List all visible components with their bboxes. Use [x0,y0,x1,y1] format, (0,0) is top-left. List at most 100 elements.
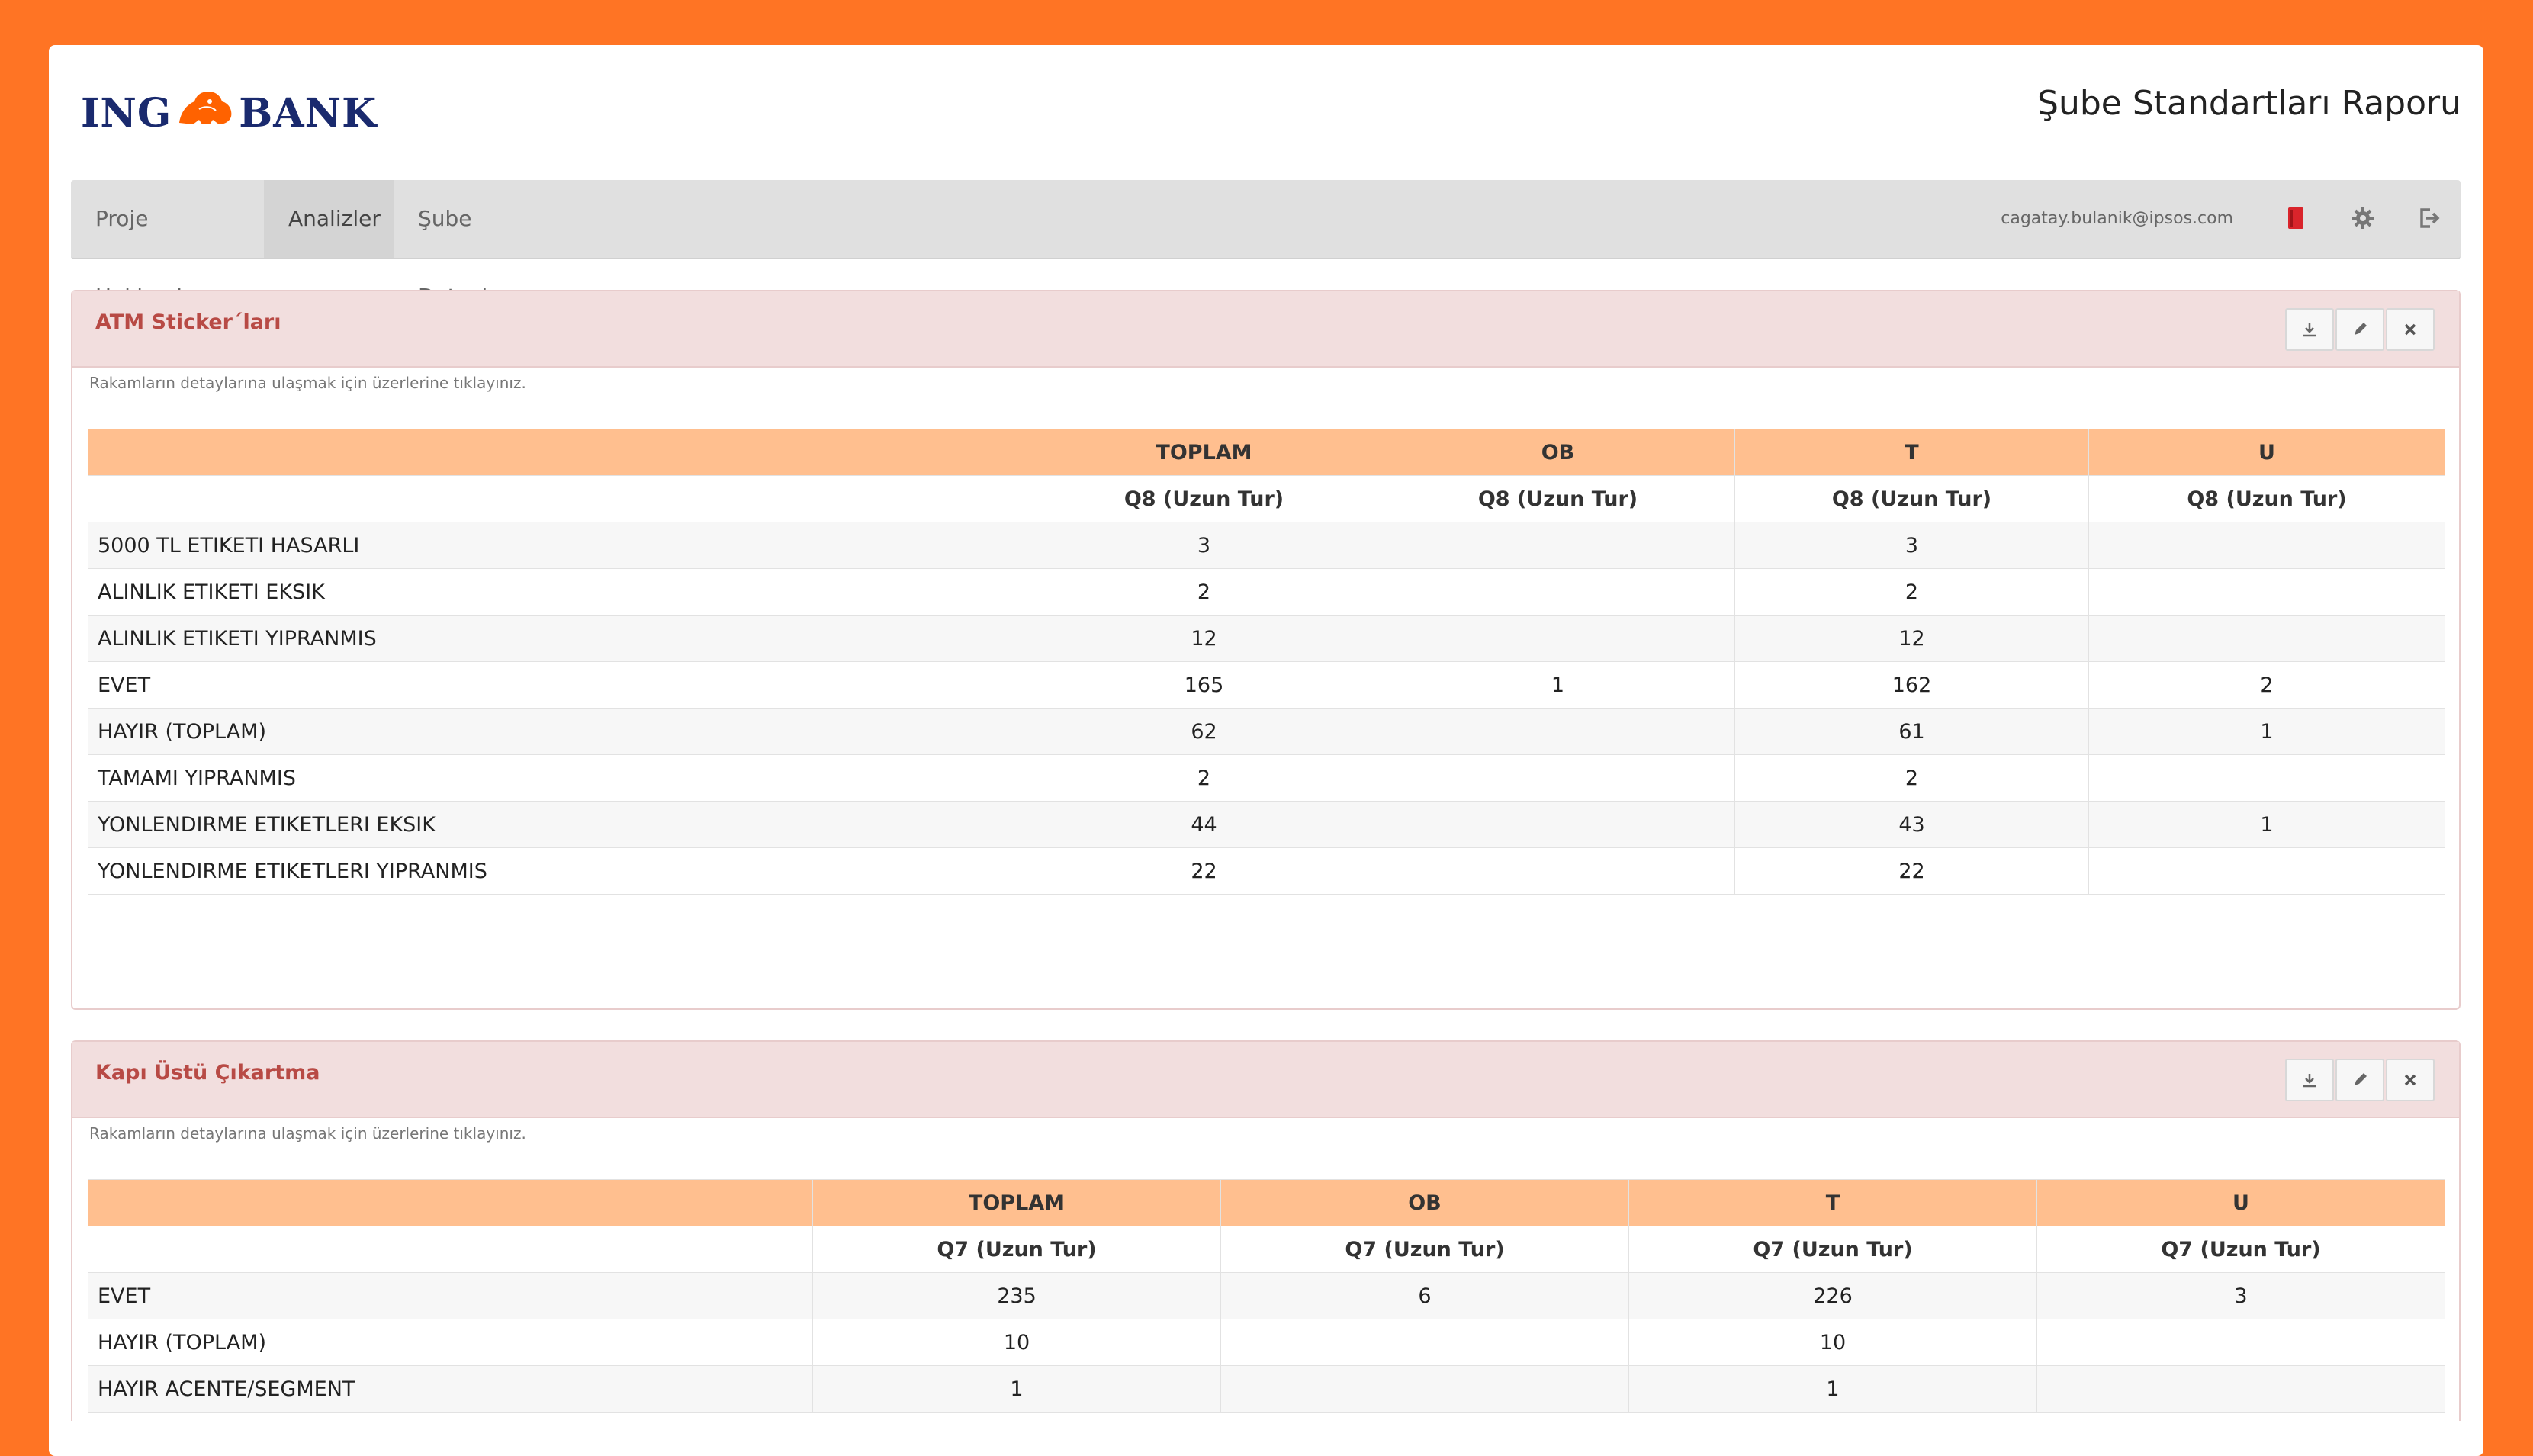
lion-icon [176,89,234,137]
gear-icon[interactable] [2348,203,2378,233]
nav-item-sube-detaylari[interactable]: Şube Detayları [394,180,577,309]
table-row: HAYIR (TOPLAM) 62 61 1 [88,708,2445,755]
value-cell[interactable]: 165 [1027,661,1381,709]
column-subheader: Q8 (Uzun Tur) [1381,475,1735,522]
row-label: YONLENDIRME ETIKETLERI YIPRANMIS [88,847,1027,895]
value-cell[interactable]: 2 [2088,661,2445,709]
value-cell[interactable]: 10 [812,1319,1221,1366]
value-cell[interactable]: 2 [1734,568,2089,616]
value-cell[interactable] [1220,1319,1629,1366]
edit-button[interactable] [2335,1059,2384,1101]
panel-toolbar [2284,1059,2435,1101]
value-cell[interactable] [2088,522,2445,569]
panel-hint: Rakamların detaylarına ulaşmak için üzer… [89,1124,526,1143]
table-corner-cell [88,1226,813,1273]
value-cell[interactable]: 44 [1027,801,1381,848]
value-cell[interactable]: 10 [1628,1319,2037,1366]
column-subheader: Q7 (Uzun Tur) [1220,1226,1629,1273]
value-cell[interactable] [1381,568,1735,616]
value-cell[interactable]: 12 [1734,615,2089,662]
value-cell[interactable]: 1 [1628,1365,2037,1413]
value-cell[interactable]: 43 [1734,801,2089,848]
value-cell[interactable]: 2 [1027,754,1381,802]
column-subheader: Q8 (Uzun Tur) [1734,475,2089,522]
value-cell[interactable] [2036,1365,2445,1413]
value-cell[interactable] [2088,754,2445,802]
data-table: TOPLAM OB T U Q7 (Uzun Tur) Q7 (Uzun Tur… [88,1179,2445,1413]
column-subheader: Q7 (Uzun Tur) [1628,1226,2037,1273]
row-label: HAYIR ACENTE/SEGMENT [88,1365,813,1413]
value-cell[interactable] [2036,1319,2445,1366]
value-cell[interactable]: 1 [1381,661,1735,709]
row-label: HAYIR (TOPLAM) [88,708,1027,755]
value-cell[interactable] [1381,801,1735,848]
table-row: YONLENDIRME ETIKETLERI YIPRANMIS 22 22 [88,847,2445,895]
value-cell[interactable]: 61 [1734,708,2089,755]
panel-title: ATM Sticker´ları [95,310,281,334]
close-icon [2404,323,2416,336]
table-row: ALINLIK ETIKETI EKSIK 2 2 [88,568,2445,616]
logo-text-ing: ING [81,89,172,137]
value-cell[interactable]: 3 [1734,522,2089,569]
value-cell[interactable] [1381,754,1735,802]
export-button[interactable] [2285,308,2334,351]
ing-bank-logo[interactable]: ING BANK [81,85,377,140]
close-button[interactable] [2386,1059,2435,1101]
panel-kapi-ustu-cikartma: Kapı Üstü Çıkartma Rakamların detayların… [71,1040,2461,1421]
value-cell[interactable]: 22 [1734,847,2089,895]
value-cell[interactable]: 62 [1027,708,1381,755]
value-cell[interactable]: 235 [812,1272,1221,1319]
value-cell[interactable] [2088,847,2445,895]
value-cell[interactable]: 226 [1628,1272,2037,1319]
column-header: OB [1220,1179,1629,1226]
edit-button[interactable] [2335,308,2384,351]
value-cell[interactable] [2088,568,2445,616]
value-cell[interactable]: 1 [2088,708,2445,755]
table-corner-cell [88,1179,813,1226]
value-cell[interactable]: 162 [1734,661,2089,709]
row-label: YONLENDIRME ETIKETLERI EKSIK [88,801,1027,848]
value-cell[interactable]: 12 [1027,615,1381,662]
logo-text-bank: BANK [239,89,378,137]
table-row: TAMAMI YIPRANMIS 2 2 [88,754,2445,802]
value-cell[interactable] [2088,615,2445,662]
value-cell[interactable]: 3 [1027,522,1381,569]
value-cell[interactable]: 1 [2088,801,2445,848]
value-cell[interactable]: 2 [1027,568,1381,616]
value-cell[interactable]: 3 [2036,1272,2445,1319]
export-icon [2303,1074,2316,1088]
table-row: ALINLIK ETIKETI YIPRANMIS 12 12 [88,615,2445,662]
value-cell[interactable] [1381,708,1735,755]
column-subheader: Q7 (Uzun Tur) [812,1226,1221,1273]
logout-icon[interactable] [2413,203,2444,233]
column-header: TOPLAM [812,1179,1221,1226]
nav-item-analizler[interactable]: Analizler [264,180,394,258]
panel-header: ATM Sticker´ları [72,291,2459,368]
nav-item-proje-hakkinda[interactable]: Proje Hakkında [71,180,264,309]
value-cell[interactable] [1381,522,1735,569]
value-cell[interactable] [1381,847,1735,895]
column-subheader: Q8 (Uzun Tur) [2088,475,2445,522]
row-label: EVET [88,661,1027,709]
book-icon[interactable] [2281,203,2311,233]
value-cell[interactable]: 6 [1220,1272,1629,1319]
user-email[interactable]: cagatay.bulanik@ipsos.com [2001,180,2233,258]
value-cell[interactable] [1381,615,1735,662]
value-cell[interactable]: 1 [812,1365,1221,1413]
panel-toolbar [2284,308,2435,351]
close-button[interactable] [2386,308,2435,351]
table-header-row: TOPLAM OB T U [88,1179,2445,1226]
table-row: HAYIR (TOPLAM) 10 10 [88,1319,2445,1366]
panel-title: Kapı Üstü Çıkartma [95,1061,320,1085]
pencil-icon [2355,323,2367,335]
row-label: ALINLIK ETIKETI YIPRANMIS [88,615,1027,662]
table-corner-cell [88,429,1027,476]
value-cell[interactable]: 22 [1027,847,1381,895]
page-title: Şube Standartları Raporu [2037,84,2461,123]
export-button[interactable] [2285,1059,2334,1101]
data-table: TOPLAM OB T U Q8 (Uzun Tur) Q8 (Uzun Tur… [88,429,2445,895]
main-navbar: Proje Hakkında Analizler Şube Detayları … [71,180,2461,309]
column-subheader: Q8 (Uzun Tur) [1027,475,1381,522]
value-cell[interactable] [1220,1365,1629,1413]
value-cell[interactable]: 2 [1734,754,2089,802]
